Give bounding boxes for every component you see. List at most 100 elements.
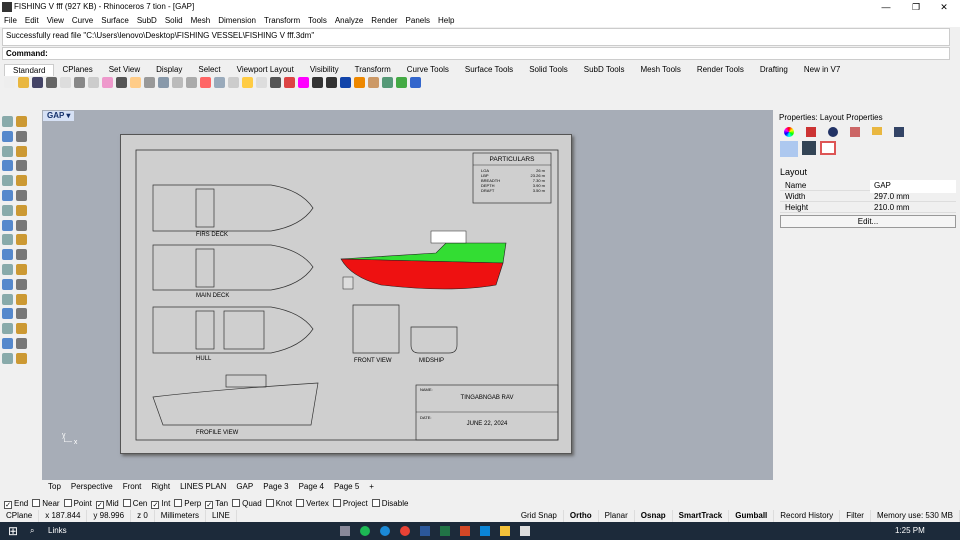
- left-tool-icon[interactable]: [16, 219, 27, 231]
- toolbar-tool-icon[interactable]: [18, 77, 29, 88]
- status-memory-use-530-mb[interactable]: Memory use: 530 MB: [871, 510, 960, 522]
- status-record-history[interactable]: Record History: [774, 510, 841, 522]
- menu-subd[interactable]: SubD: [137, 14, 157, 27]
- left-tool-icon[interactable]: [2, 263, 13, 275]
- viewport-title[interactable]: GAP ▾: [43, 111, 75, 121]
- checkbox[interactable]: [296, 499, 305, 507]
- toolbar-tool-icon[interactable]: [88, 77, 99, 88]
- toolbar-tool-icon[interactable]: [354, 77, 365, 88]
- left-tool-icon[interactable]: [2, 308, 13, 320]
- close-button[interactable]: ✕: [930, 0, 958, 14]
- left-tool-icon[interactable]: [16, 130, 27, 142]
- left-tool-icon[interactable]: [16, 278, 27, 290]
- left-tool-icon[interactable]: [2, 175, 13, 187]
- windows-start-icon[interactable]: ⊞: [8, 522, 18, 540]
- menu-curve[interactable]: Curve: [72, 14, 93, 27]
- status-filter[interactable]: Filter: [840, 510, 871, 522]
- camera-app-icon[interactable]: [340, 526, 350, 536]
- left-tool-icon[interactable]: [2, 249, 13, 261]
- tab-select[interactable]: Select: [190, 64, 228, 76]
- status-millimeters[interactable]: Millimeters: [155, 510, 206, 522]
- left-tool-icon[interactable]: [16, 160, 27, 172]
- left-tool-icon[interactable]: [2, 278, 13, 290]
- word-icon[interactable]: [420, 526, 430, 536]
- osnap-tan[interactable]: ✓ Tan: [205, 498, 228, 509]
- layout-viewport[interactable]: PARTICULARS LOA 26 m LBP 23.26 m BREADTH 7.30…: [42, 110, 773, 480]
- osnap-vertex[interactable]: Vertex: [296, 498, 329, 509]
- toolbar-tool-icon[interactable]: [284, 77, 295, 88]
- osnap-perp[interactable]: Perp: [174, 498, 201, 509]
- excel-icon[interactable]: [440, 526, 450, 536]
- menu-view[interactable]: View: [47, 14, 64, 27]
- tab-transform[interactable]: Transform: [347, 64, 399, 76]
- view-tab-front[interactable]: Front: [123, 481, 142, 493]
- toolbar-tool-icon[interactable]: [326, 77, 337, 88]
- left-tool-icon[interactable]: [2, 337, 13, 349]
- tab-drafting[interactable]: Drafting: [752, 64, 796, 76]
- toolbar-tool-icon[interactable]: [74, 77, 85, 88]
- toolbar-tool-icon[interactable]: [60, 77, 71, 88]
- toolbar-tool-icon[interactable]: [242, 77, 253, 88]
- toolbar-tool-icon[interactable]: [32, 77, 43, 88]
- toolbar-tool-icon[interactable]: [298, 77, 309, 88]
- toolbar-tool-icon[interactable]: [214, 77, 225, 88]
- osnap-knot[interactable]: Knot: [265, 498, 292, 509]
- maximize-button[interactable]: ❐: [902, 0, 930, 14]
- status-planar[interactable]: Planar: [599, 510, 635, 522]
- edge-icon[interactable]: [380, 526, 390, 536]
- left-tool-icon[interactable]: [2, 204, 13, 216]
- menu-dimension[interactable]: Dimension: [218, 14, 256, 27]
- toolbar-tool-icon[interactable]: [256, 77, 267, 88]
- left-tool-icon[interactable]: [16, 352, 27, 364]
- checkbox[interactable]: [122, 499, 131, 507]
- folder-icon[interactable]: [872, 127, 882, 135]
- command-input[interactable]: Command:: [2, 47, 950, 60]
- menu-surface[interactable]: Surface: [101, 14, 129, 27]
- taskbar-search[interactable]: Links: [48, 522, 67, 540]
- menu-solid[interactable]: Solid: [165, 14, 183, 27]
- view-tab-perspective[interactable]: Perspective: [71, 481, 113, 493]
- cylinder-icon[interactable]: [802, 141, 816, 155]
- osnap-point[interactable]: Point: [63, 498, 92, 509]
- camera-icon[interactable]: [780, 141, 798, 157]
- render-icon[interactable]: [828, 127, 838, 137]
- osnap-quad[interactable]: Quad: [232, 498, 262, 509]
- material-icon[interactable]: [806, 127, 816, 137]
- left-tool-icon[interactable]: [2, 293, 13, 305]
- menu-transform[interactable]: Transform: [264, 14, 300, 27]
- mail-icon[interactable]: [480, 526, 490, 536]
- left-tool-icon[interactable]: [16, 293, 27, 305]
- status-grid-snap[interactable]: Grid Snap: [515, 510, 564, 522]
- left-tool-icon[interactable]: [2, 219, 13, 231]
- menu-mesh[interactable]: Mesh: [191, 14, 211, 27]
- tab-cplanes[interactable]: CPlanes: [54, 64, 100, 76]
- tab-display[interactable]: Display: [148, 64, 190, 76]
- status-ortho[interactable]: Ortho: [564, 510, 599, 522]
- menu-panels[interactable]: Panels: [406, 14, 430, 27]
- tab-solid-tools[interactable]: Solid Tools: [521, 64, 576, 76]
- tab-new-in-v7[interactable]: New in V7: [796, 64, 848, 76]
- status-line[interactable]: LINE: [206, 510, 237, 522]
- toolbar-tool-icon[interactable]: [116, 77, 127, 88]
- checkbox[interactable]: [332, 499, 341, 507]
- view-tab-right[interactable]: Right: [151, 481, 170, 493]
- tab-set-view[interactable]: Set View: [101, 64, 148, 76]
- left-tool-icon[interactable]: [2, 116, 13, 127]
- file-explorer-icon[interactable]: [500, 526, 510, 536]
- toolbar-tool-icon[interactable]: [144, 77, 155, 88]
- toolbar-tool-icon[interactable]: [46, 77, 57, 88]
- left-tool-icon[interactable]: [2, 145, 13, 157]
- view-tab-page-4[interactable]: Page 4: [299, 481, 324, 493]
- left-tool-icon[interactable]: [16, 116, 27, 127]
- toolbar-tool-icon[interactable]: [368, 77, 379, 88]
- view-tab-page-5[interactable]: Page 5: [334, 481, 359, 493]
- left-tool-icon[interactable]: [2, 234, 13, 246]
- menu-edit[interactable]: Edit: [25, 14, 39, 27]
- menu-render[interactable]: Render: [371, 14, 397, 27]
- osnap-mid[interactable]: ✓ Mid: [95, 498, 119, 509]
- left-tool-icon[interactable]: [16, 323, 27, 335]
- powerpoint-icon[interactable]: [460, 526, 470, 536]
- checkbox[interactable]: [371, 499, 380, 507]
- decal-icon[interactable]: [850, 127, 860, 137]
- tab-surface-tools[interactable]: Surface Tools: [457, 64, 521, 76]
